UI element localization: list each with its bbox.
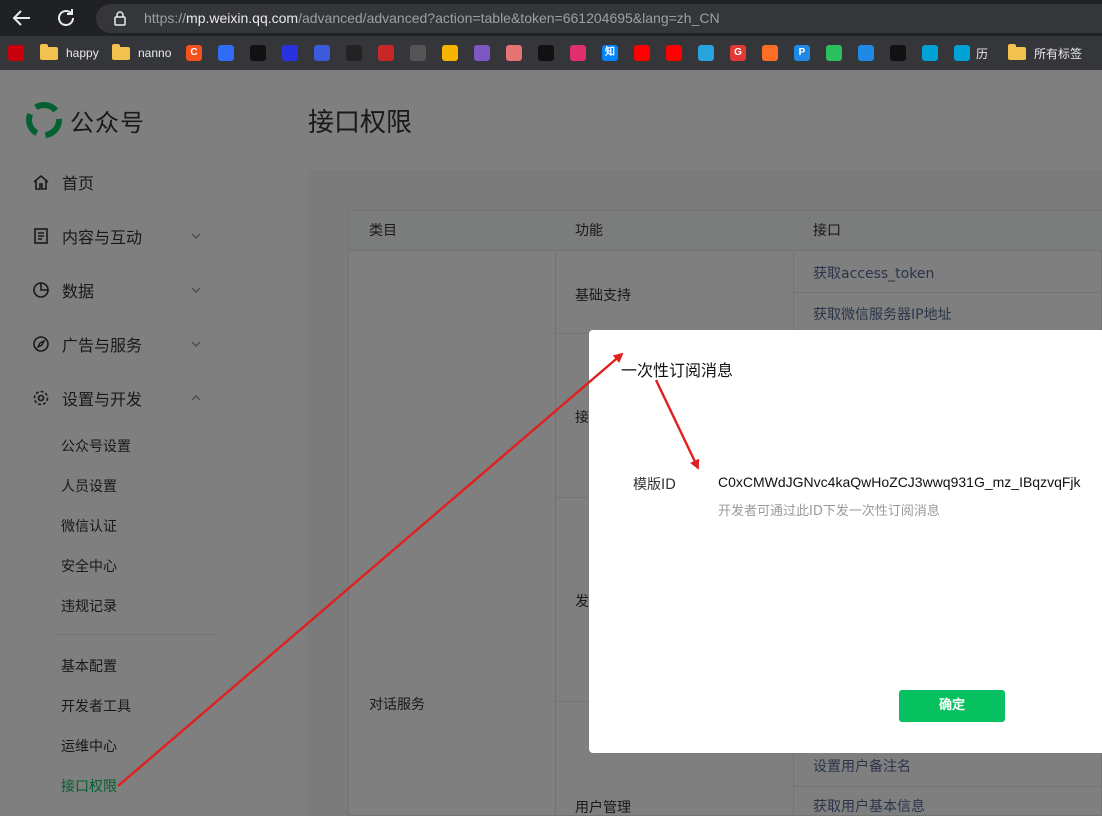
bookmark[interactable] bbox=[858, 44, 880, 62]
bookmark[interactable]: 所有标签 bbox=[1008, 43, 1083, 62]
template-id-label: 模版ID bbox=[633, 477, 676, 493]
url-field[interactable]: https://mp.weixin.qq.com/advanced/advanc… bbox=[96, 4, 1102, 33]
play-icon bbox=[474, 45, 490, 61]
lanhu-icon bbox=[218, 45, 234, 61]
fish-icon bbox=[506, 45, 522, 61]
bookmark-label: 所有标签 bbox=[1034, 46, 1083, 61]
bookmark[interactable] bbox=[506, 44, 528, 62]
reload-icon[interactable] bbox=[54, 6, 78, 30]
bookmark[interactable] bbox=[282, 44, 304, 62]
bookmark[interactable] bbox=[698, 44, 720, 62]
bookmark[interactable] bbox=[890, 44, 912, 62]
template-dialog: 一次性订阅消息 模版ID C0xCMWdJGNvc4kaQwHoZCJ3wwq9… bbox=[589, 330, 1102, 753]
bookmark[interactable] bbox=[346, 44, 368, 62]
bird-icon bbox=[410, 45, 426, 61]
bookmark[interactable] bbox=[314, 44, 336, 62]
lock-icon[interactable] bbox=[112, 10, 128, 26]
bookmark[interactable]: 知 bbox=[602, 44, 624, 62]
bookmark[interactable] bbox=[250, 44, 272, 62]
bookmark[interactable]: nanno bbox=[112, 43, 172, 62]
folder-icon bbox=[40, 43, 58, 60]
at-icon bbox=[314, 45, 330, 61]
eye-icon bbox=[442, 45, 458, 61]
bookmark[interactable]: C bbox=[186, 44, 208, 62]
confirm-button[interactable]: 确定 bbox=[899, 690, 1005, 722]
url-text: https://mp.weixin.qq.com/advanced/advanc… bbox=[144, 10, 720, 26]
youtube-music-icon bbox=[666, 45, 682, 61]
github-icon bbox=[538, 45, 554, 61]
c-icon: C bbox=[186, 45, 202, 61]
telegram-icon bbox=[698, 45, 714, 61]
bookmark[interactable] bbox=[634, 44, 656, 62]
app-icon bbox=[250, 45, 266, 61]
bookmark[interactable] bbox=[666, 44, 688, 62]
bookmark[interactable]: happy bbox=[40, 43, 99, 62]
back-icon[interactable] bbox=[10, 6, 34, 30]
bookmark[interactable] bbox=[826, 44, 848, 62]
evernote-icon bbox=[826, 45, 842, 61]
zhihu-icon: 知 bbox=[602, 45, 618, 61]
bookmark-label: 历 bbox=[976, 46, 989, 61]
bookmark[interactable] bbox=[474, 44, 496, 62]
template-id-description: 开发者可通过此ID下发一次性订阅消息 bbox=[718, 504, 940, 519]
huawei-icon bbox=[8, 45, 24, 61]
d-icon bbox=[346, 45, 362, 61]
bookmark[interactable] bbox=[378, 44, 400, 62]
folder-icon bbox=[112, 43, 130, 60]
bookmark[interactable] bbox=[570, 44, 592, 62]
bookmark[interactable] bbox=[538, 44, 560, 62]
p-icon: P bbox=[794, 45, 810, 61]
bookmark[interactable] bbox=[410, 44, 432, 62]
bookmark[interactable]: G bbox=[730, 44, 752, 62]
bookmark[interactable]: P bbox=[794, 44, 816, 62]
bookmark-label: happy bbox=[66, 46, 99, 60]
baidu-icon bbox=[282, 45, 298, 61]
dialog-title: 一次性订阅消息 bbox=[621, 361, 734, 380]
bookmark[interactable]: 历 bbox=[954, 44, 988, 62]
youtube-icon bbox=[634, 45, 650, 61]
template-id-value[interactable]: C0xCMWdJGNvc4kaQwHoZCJ3wwq931G_mz_IBqzvq… bbox=[718, 474, 1081, 490]
bookmark[interactable] bbox=[762, 44, 784, 62]
cube-icon bbox=[890, 45, 906, 61]
browser-address-bar: https://mp.weixin.qq.com/advanced/advanc… bbox=[0, 0, 1102, 36]
bookmarks-bar: happy nanno C 知 G P 历 所有标签 bbox=[0, 36, 1102, 70]
gitlab-icon bbox=[762, 45, 778, 61]
bookmark[interactable] bbox=[922, 44, 944, 62]
bilibili-icon bbox=[954, 45, 970, 61]
bolt-icon bbox=[858, 45, 874, 61]
bilibili-icon bbox=[922, 45, 938, 61]
bookmark[interactable] bbox=[442, 44, 464, 62]
bookmark-label: nanno bbox=[138, 46, 172, 60]
seal-icon bbox=[378, 45, 394, 61]
g-icon: G bbox=[730, 45, 746, 61]
bookmark[interactable] bbox=[8, 44, 30, 62]
bookmark[interactable] bbox=[218, 44, 240, 62]
instagram-icon bbox=[570, 45, 586, 61]
folder-icon bbox=[1008, 43, 1026, 60]
